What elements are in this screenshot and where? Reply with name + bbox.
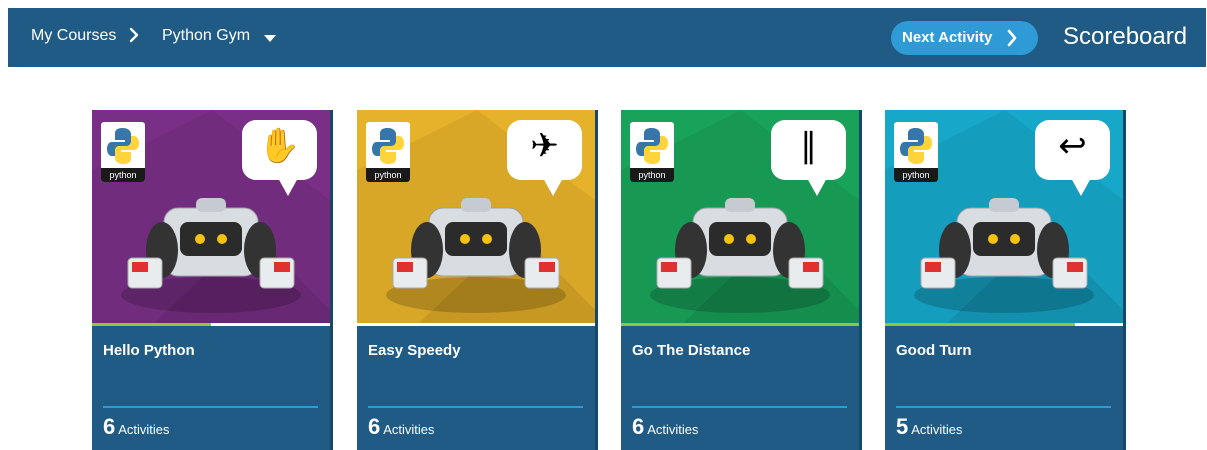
- card-artwork[interactable]: python ✋: [92, 110, 330, 325]
- python-logo: python: [894, 122, 938, 182]
- python-logo-label: python: [630, 168, 674, 182]
- next-activity-button[interactable]: Next Activity: [891, 21, 1038, 55]
- progress-fill: [885, 323, 1076, 326]
- divider: [368, 406, 583, 408]
- python-logo: python: [630, 122, 674, 182]
- python-icon: [372, 128, 404, 164]
- activity-count-label: Activities: [118, 422, 170, 437]
- activity-count-label: Activities: [647, 422, 699, 437]
- progress-fill: [92, 323, 211, 326]
- activity-count-number: 5: [896, 414, 909, 439]
- python-icon: [900, 128, 932, 164]
- activity-count: 6 Activities: [368, 414, 435, 440]
- card-title[interactable]: Hello Python: [103, 342, 195, 359]
- python-logo: python: [366, 122, 410, 182]
- course-card[interactable]: python ✈ Easy Speedy 6 Activities: [357, 110, 598, 450]
- breadcrumb-course-dropdown[interactable]: Python Gym: [162, 27, 250, 45]
- activity-count-label: Activities: [383, 422, 435, 437]
- top-nav-bar: My Courses Python Gym Next Activity Scor…: [8, 8, 1206, 67]
- python-logo-label: python: [894, 168, 938, 182]
- speech-bubble: ✋: [242, 120, 317, 196]
- progress-bar: [357, 323, 595, 326]
- python-logo-label: python: [101, 168, 145, 182]
- progress-bar: [885, 323, 1123, 326]
- ruler-icon: ∥: [800, 126, 817, 166]
- card-title[interactable]: Easy Speedy: [368, 342, 461, 359]
- divider: [103, 406, 318, 408]
- chevron-right-icon: [129, 27, 139, 43]
- card-artwork[interactable]: python ∥: [621, 110, 859, 325]
- activity-count-number: 6: [368, 414, 381, 439]
- activity-count: 6 Activities: [632, 414, 699, 440]
- activity-count: 6 Activities: [103, 414, 170, 440]
- speech-bubble: ∥: [771, 120, 846, 196]
- progress-bar: [92, 323, 330, 326]
- activity-count-number: 6: [103, 414, 116, 439]
- course-card[interactable]: python ↩ Good Turn 5 Activities: [885, 110, 1126, 450]
- python-logo: python: [101, 122, 145, 182]
- progress-bar: [621, 323, 859, 326]
- speech-bubble: ✈: [507, 120, 582, 196]
- python-icon: [636, 128, 668, 164]
- divider: [896, 406, 1111, 408]
- next-activity-label: Next Activity: [902, 29, 993, 46]
- waving-hand-icon: ✋: [258, 126, 301, 166]
- divider: [632, 406, 847, 408]
- python-icon: [107, 128, 139, 164]
- scoreboard-link[interactable]: Scoreboard: [1063, 23, 1187, 51]
- progress-fill: [621, 323, 859, 326]
- course-card[interactable]: python ✋ Hello Python 6 Activities: [92, 110, 333, 450]
- return-arrow-icon: ↩: [1058, 126, 1087, 166]
- card-artwork[interactable]: python ↩: [885, 110, 1123, 325]
- course-card[interactable]: python ∥ Go The Distance 6 Activities: [621, 110, 862, 450]
- rocket-icon: ✈: [530, 126, 559, 166]
- activity-count-label: Activities: [911, 422, 963, 437]
- chevron-right-icon: [1007, 29, 1017, 47]
- breadcrumb-my-courses[interactable]: My Courses: [31, 27, 116, 45]
- speech-bubble: ↩: [1035, 120, 1110, 196]
- caret-down-icon[interactable]: [264, 35, 276, 42]
- activity-count: 5 Activities: [896, 414, 963, 440]
- card-title[interactable]: Go The Distance: [632, 342, 750, 359]
- activity-count-number: 6: [632, 414, 645, 439]
- card-title[interactable]: Good Turn: [896, 342, 972, 359]
- python-logo-label: python: [366, 168, 410, 182]
- card-artwork[interactable]: python ✈: [357, 110, 595, 325]
